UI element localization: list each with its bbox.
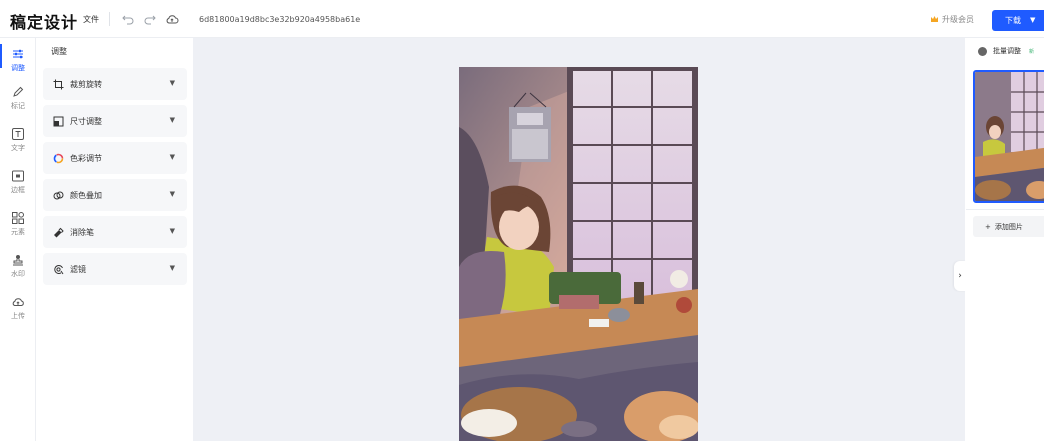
chevron-down-icon: ▼ xyxy=(169,116,175,124)
adjust-item-filter[interactable]: 滤镜 ▼ xyxy=(43,253,187,285)
chevron-down-icon: ▼ xyxy=(169,79,175,87)
crop-icon xyxy=(53,79,64,89)
toolbar-divider xyxy=(109,12,110,26)
rail-label: 调整 xyxy=(11,64,25,72)
text-icon xyxy=(12,128,24,140)
rail-item-watermark[interactable]: 水印 xyxy=(0,253,36,279)
upgrade-label: 升级会员 xyxy=(942,15,974,24)
rail-label: 上传 xyxy=(11,312,25,320)
elements-icon xyxy=(12,212,24,224)
upload-icon xyxy=(12,298,24,306)
file-menu[interactable]: 文件 xyxy=(83,14,99,25)
sliders-icon xyxy=(13,49,23,59)
plus-icon: + xyxy=(985,222,991,231)
new-badge: 新 xyxy=(1029,48,1035,55)
collapse-panel-toggle[interactable]: › xyxy=(954,261,966,291)
overlay-icon xyxy=(53,191,64,199)
adjust-item-color-adjust[interactable]: 色彩调节 ▼ xyxy=(43,142,187,174)
toggle-icon xyxy=(978,46,987,56)
redo-icon[interactable] xyxy=(143,12,157,26)
editor-canvas[interactable] xyxy=(193,38,965,441)
rail-item-mark[interactable]: 标记 xyxy=(0,85,36,111)
adjust-item-resize[interactable]: 尺寸调整 ▼ xyxy=(43,105,187,137)
thumbnail-image xyxy=(975,72,1044,201)
top-bar: 稿定设计 文件 6d81800a19d8bc3e32b920a4958ba61e… xyxy=(0,0,1044,38)
adjust-item-eraser[interactable]: 消除笔 ▼ xyxy=(43,216,187,248)
adjust-item-label: 裁剪旋转 xyxy=(70,79,102,89)
cloud-save-icon[interactable] xyxy=(165,12,179,26)
upgrade-button[interactable]: 升级会员 xyxy=(930,14,974,25)
right-panel: 批量调整 新 + 添加图片 xyxy=(966,38,1044,441)
eraser-icon xyxy=(54,227,64,237)
adjust-item-label: 消除笔 xyxy=(70,227,94,237)
download-label: 下载 xyxy=(1005,16,1021,25)
chevron-down-icon: ▼ xyxy=(169,153,175,161)
color-ring-icon xyxy=(53,153,64,163)
adjust-item-crop-rotate[interactable]: 裁剪旋转 ▼ xyxy=(43,68,187,100)
adjust-item-label: 颜色叠加 xyxy=(70,190,102,200)
rail-item-upload[interactable]: 上传 xyxy=(0,295,36,321)
rail-label: 文字 xyxy=(11,144,25,152)
download-button[interactable]: 下载 xyxy=(992,10,1044,31)
batch-adjust-label: 批量调整 xyxy=(993,47,1021,55)
resize-icon xyxy=(53,116,64,126)
adjust-item-label: 滤镜 xyxy=(70,264,86,274)
tool-rail: 调整 标记 文字 边框 元素 水印 上传 xyxy=(0,38,36,441)
add-image-button[interactable]: + 添加图片 xyxy=(973,216,1044,237)
frame-icon xyxy=(12,170,24,182)
chevron-down-icon: ▼ xyxy=(169,227,175,235)
rail-label: 水印 xyxy=(11,270,25,278)
adjust-item-color-overlay[interactable]: 颜色叠加 ▼ xyxy=(43,179,187,211)
rail-label: 边框 xyxy=(11,186,25,194)
chevron-down-icon: ▼ xyxy=(169,264,175,272)
rail-item-adjust[interactable]: 调整 xyxy=(0,47,36,73)
rail-item-elements[interactable]: 元素 xyxy=(0,211,36,237)
rail-item-text[interactable]: 文字 xyxy=(0,127,36,153)
adjust-item-label: 尺寸调整 xyxy=(70,116,102,126)
panel-title: 调整 xyxy=(51,47,67,56)
batch-adjust-toggle[interactable]: 批量调整 新 xyxy=(978,46,1034,56)
app-logo[interactable]: 稿定设计 xyxy=(10,9,78,33)
crown-icon xyxy=(931,16,938,22)
pen-icon xyxy=(13,86,24,97)
adjust-panel: 调整 裁剪旋转 ▼ 尺寸调整 ▼ 色彩调节 ▼ 颜色叠加 ▼ 消除笔 ▼ 滤镜 … xyxy=(37,38,193,441)
rail-label: 元素 xyxy=(11,228,25,236)
chevron-down-icon: ▼ xyxy=(169,190,175,198)
rail-label: 标记 xyxy=(11,102,25,110)
undo-icon[interactable] xyxy=(121,12,135,26)
watermark-icon xyxy=(13,255,23,266)
document-title[interactable]: 6d81800a19d8bc3e32b920a4958ba61e xyxy=(199,15,360,24)
artwork-image[interactable] xyxy=(459,67,698,441)
add-image-label: 添加图片 xyxy=(994,222,1023,231)
divider xyxy=(966,209,1044,210)
adjust-item-label: 色彩调节 xyxy=(70,153,102,163)
image-thumbnail[interactable] xyxy=(973,70,1044,203)
chevron-down-icon[interactable]: ▼ xyxy=(1030,16,1035,24)
rail-item-frame[interactable]: 边框 xyxy=(0,169,36,195)
filter-icon xyxy=(54,264,64,274)
